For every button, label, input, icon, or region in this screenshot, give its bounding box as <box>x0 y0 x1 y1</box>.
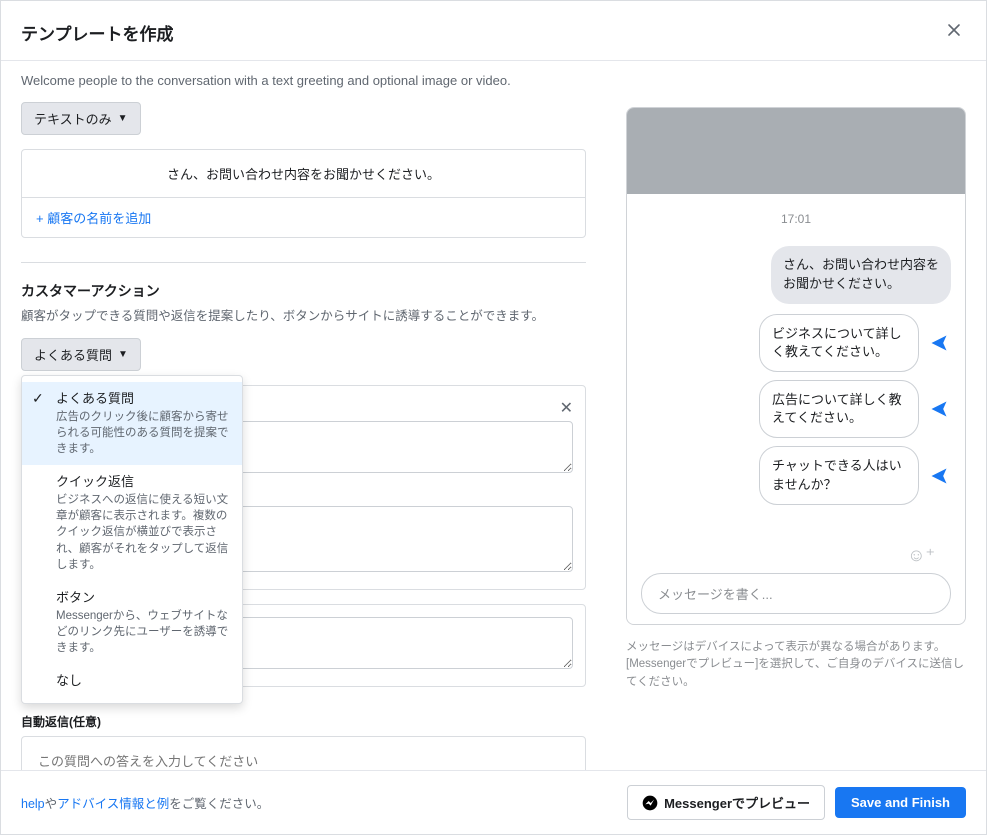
messenger-preview-button[interactable]: Messengerでプレビュー <box>627 785 825 820</box>
dropdown-option-button[interactable]: ボタン Messengerから、ウェブサイトなどのリンク先にユーザーを誘導できま… <box>22 581 242 664</box>
modal-footer: helpやアドバイス情報と例をご覧ください。 Messengerでプレビュー S… <box>1 770 986 834</box>
advice-link[interactable]: アドバイス情報と例 <box>57 797 169 811</box>
greeting-box: さん、お問い合わせ内容をお聞かせください。 + 顧客の名前を追加 <box>21 149 586 238</box>
divider <box>21 262 586 263</box>
dd-option-title: なし <box>56 670 230 689</box>
chat-area: 17:01 さん、お問い合わせ内容をお聞かせください。 ビジネスについて詳しく教… <box>627 194 965 624</box>
help-suffix: をご覧ください。 <box>169 797 269 811</box>
send-icon[interactable] <box>927 464 951 488</box>
right-pane[interactable]: Messengerプレビュー 17:01 さん、お問い合わせ内容をお聞かせくださ… <box>606 61 986 770</box>
chat-timestamp: 17:01 <box>641 212 951 226</box>
customer-action-title: カスタマーアクション <box>21 281 586 301</box>
quick-reply-option[interactable]: チャットできる人はいませんか？ <box>759 446 919 504</box>
quick-reply-option[interactable]: ビジネスについて詳しく教えてください。 <box>759 314 919 372</box>
greeting-desc: Welcome people to the conversation with … <box>21 73 586 88</box>
save-finish-button[interactable]: Save and Finish <box>835 787 966 818</box>
add-customer-name-button[interactable]: + 顧客の名前を追加 <box>22 197 585 237</box>
messenger-preview: 17:01 さん、お問い合わせ内容をお聞かせください。 ビジネスについて詳しく教… <box>626 107 966 625</box>
quick-reply-row: 広告について詳しく教えてください。 <box>641 380 951 438</box>
action-type-dropdown-wrap: よくある質問 ▼ ✓ よくある質問 広告のクリック後に顧客から寄せられる可能性の… <box>21 338 141 371</box>
compose-input[interactable]: メッセージを書く... <box>641 573 951 614</box>
template-modal: テンプレートを作成 Welcome people to the conversa… <box>0 0 987 835</box>
greeting-text: さん、お問い合わせ内容をお聞かせください。 <box>22 150 585 197</box>
close-icon[interactable] <box>942 17 966 48</box>
greeting-type-dropdown[interactable]: テキストのみ ▼ <box>21 102 141 135</box>
quick-reply-option[interactable]: 広告について詳しく教えてください。 <box>759 380 919 438</box>
check-icon: ✓ <box>32 390 44 407</box>
dropdown-option-none[interactable]: なし <box>22 664 242 697</box>
left-pane[interactable]: Welcome people to the conversation with … <box>1 61 606 770</box>
greeting-type-label: テキストのみ <box>34 109 112 128</box>
modal-header: テンプレートを作成 <box>1 1 986 61</box>
preview-button-label: Messengerでプレビュー <box>664 793 810 812</box>
messenger-icon <box>642 795 658 811</box>
action-type-dropdown-menu: ✓ よくある質問 広告のクリック後に顧客から寄せられる可能性のある質問を提案でき… <box>21 375 243 704</box>
chevron-down-icon: ▼ <box>118 113 128 124</box>
preview-disclaimer: メッセージはデバイスによって表示が異なる場合があります。[Messengerでプ… <box>626 639 966 691</box>
dropdown-option-faq[interactable]: ✓ よくある質問 広告のクリック後に顧客から寄せられる可能性のある質問を提案でき… <box>22 382 242 465</box>
dd-option-title: よくある質問 <box>56 388 230 407</box>
auto-reply-label: 自動返信(任意) <box>21 713 586 730</box>
action-type-label: よくある質問 <box>34 345 112 364</box>
help-mid: や <box>45 797 58 811</box>
modal-title: テンプレートを作成 <box>21 20 174 45</box>
customer-action-desc: 顧客がタップできる質問や返信を提案したり、ボタンからサイトに誘導することができま… <box>21 305 586 324</box>
action-type-dropdown-button[interactable]: よくある質問 ▼ <box>21 338 141 371</box>
remove-question-icon[interactable]: ✕ <box>560 398 573 418</box>
dd-option-title: ボタン <box>56 587 230 606</box>
chevron-down-icon: ▼ <box>118 349 128 360</box>
dd-option-desc: Messengerから、ウェブサイトなどのリンク先にユーザーを誘導できます。 <box>56 608 230 656</box>
modal-body: Welcome people to the conversation with … <box>1 61 986 770</box>
send-icon[interactable] <box>927 331 951 355</box>
dropdown-option-quick-reply[interactable]: クイック返信 ビジネスへの返信に使える短い文章が顧客に表示されます。複数のクイッ… <box>22 465 242 580</box>
dd-option-title: クイック返信 <box>56 471 230 490</box>
footer-buttons: Messengerでプレビュー Save and Finish <box>627 785 966 820</box>
footer-help-text: helpやアドバイス情報と例をご覧ください。 <box>21 793 269 812</box>
incoming-bubble: さん、お問い合わせ内容をお聞かせください。 <box>771 246 951 304</box>
dd-option-desc: 広告のクリック後に顧客から寄せられる可能性のある質問を提案できます。 <box>56 409 230 457</box>
preview-phone-header <box>627 108 965 194</box>
help-link[interactable]: help <box>21 797 45 811</box>
horizontal-scrollbar[interactable] <box>1 756 986 770</box>
emoji-add-icon[interactable]: ☺⁺ <box>907 545 935 566</box>
quick-reply-row: チャットできる人はいませんか？ <box>641 446 951 504</box>
send-icon[interactable] <box>927 397 951 421</box>
dd-option-desc: ビジネスへの返信に使える短い文章が顧客に表示されます。複数のクイック返信が横並び… <box>56 492 230 572</box>
quick-reply-row: ビジネスについて詳しく教えてください。 <box>641 314 951 372</box>
